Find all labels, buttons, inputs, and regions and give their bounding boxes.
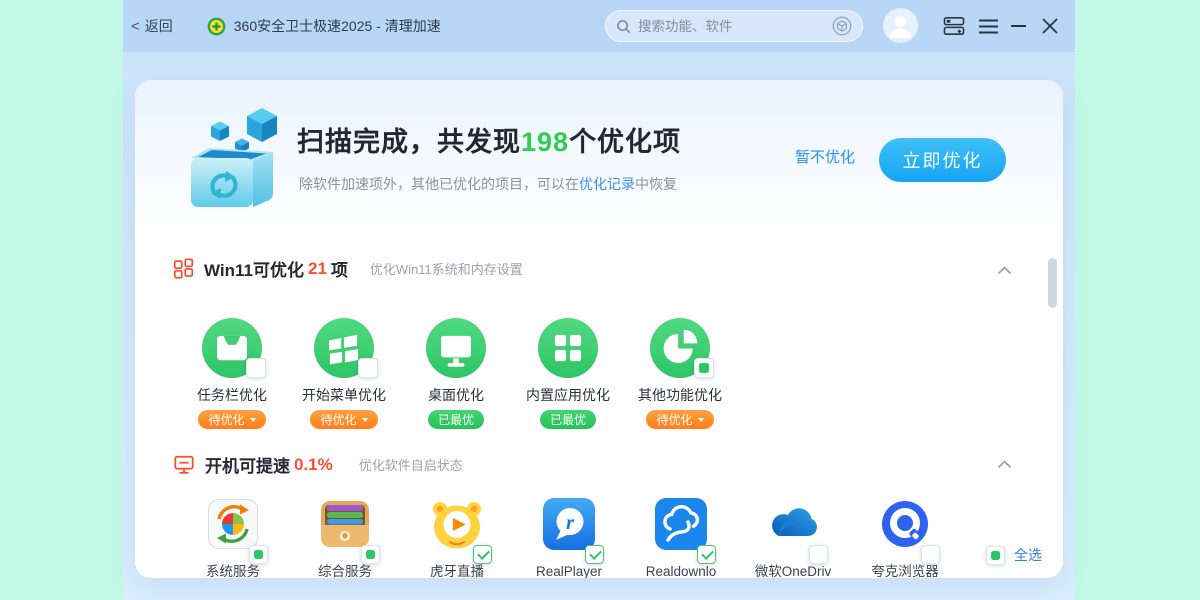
scan-title-suffix: 个优化项 [569, 127, 681, 157]
optimize-now-button[interactable]: 立即优化 [879, 138, 1006, 182]
avatar-person-icon [883, 8, 918, 43]
select-all-checkbox[interactable] [986, 546, 1005, 565]
back-chevron-icon: < [131, 19, 140, 34]
status-badge[interactable]: 已最优 [540, 410, 596, 429]
skip-optimize-link[interactable]: 暂不优化 [795, 146, 855, 167]
win11-item-startmenu[interactable]: 开始菜单优化 待优化 [288, 318, 400, 429]
quark-browser-icon [879, 498, 931, 550]
item-label: 其他功能优化 [638, 385, 722, 405]
boot-speedup-value: 0.1% [294, 455, 333, 475]
app-label: 系统服务 [206, 564, 260, 578]
scan-title-prefix: 扫描完成，共发现 [297, 127, 521, 157]
boot-section-desc: 优化软件自启状态 [359, 455, 463, 474]
realplayer-icon: r [543, 498, 595, 550]
app-checkbox[interactable] [585, 545, 604, 564]
app-label: 夸克浏览器 [871, 564, 939, 578]
startup-app-misc-services[interactable]: 综合服务 [289, 498, 401, 578]
item-label: 开始菜单优化 [302, 385, 386, 405]
window-title: 360安全卫士极速2025 - 清理加速 [234, 16, 441, 36]
startup-app-huya[interactable]: 虎牙直播 [401, 498, 513, 578]
select-all-label[interactable]: 全选 [1014, 545, 1042, 565]
startup-app-system-services[interactable]: 系统服务 [177, 498, 289, 578]
startup-app-quark[interactable]: 夸克浏览器 [849, 498, 961, 578]
item-label: 任务栏优化 [197, 385, 267, 405]
app-checkbox[interactable] [473, 545, 492, 564]
item-label: 桌面优化 [428, 385, 484, 405]
search-icon [616, 19, 631, 34]
status-badge[interactable]: 待优化 [310, 410, 377, 429]
win11-collapse-chevron-icon[interactable] [997, 262, 1012, 280]
app-label: 虎牙直播 [430, 564, 484, 578]
win11-item-other[interactable]: 其他功能优化 待优化 [624, 318, 736, 429]
win11-section-title: Win11可优化 [204, 256, 304, 281]
boot-section-title: 开机可提速 [205, 452, 290, 477]
app-logo-icon [207, 17, 226, 36]
user-avatar[interactable] [883, 8, 918, 43]
item-checkbox[interactable] [358, 358, 378, 378]
app-label: Realdownlo [646, 564, 717, 578]
app-checkbox[interactable] [361, 545, 380, 564]
desktop-optimize-icon[interactable] [426, 318, 486, 378]
multi-window-icon[interactable] [943, 0, 965, 52]
boot-monitor-icon [173, 454, 195, 476]
huya-live-icon [431, 498, 483, 550]
win11-count-unit: 项 [331, 256, 348, 281]
search-bar[interactable] [605, 10, 863, 42]
onedrive-icon [767, 498, 819, 550]
select-all-control[interactable]: 全选 [986, 545, 1042, 565]
svg-text:r: r [566, 512, 574, 534]
item-checkbox[interactable] [246, 358, 266, 378]
misc-services-icon [319, 498, 371, 550]
win11-section-desc: 优化Win11系统和内存设置 [370, 259, 523, 278]
main-menu-icon[interactable] [979, 0, 998, 52]
item-checkbox[interactable] [694, 358, 714, 378]
subtitle-prefix: 除软件加速项外，其他已优化的项目，可以在 [299, 176, 579, 192]
win11-grid-icon [173, 258, 194, 279]
app-label: 微软OneDriv [755, 564, 832, 578]
win11-item-desktop[interactable]: 桌面优化 已最优 [400, 318, 512, 429]
app-checkbox[interactable] [809, 545, 828, 564]
boot-collapse-chevron-icon[interactable] [997, 456, 1012, 474]
status-badge[interactable]: 已最优 [428, 410, 484, 429]
startup-app-realdownloader[interactable]: Realdownlo [625, 498, 737, 578]
scrollbar-thumb[interactable] [1048, 258, 1057, 308]
app-window: < 返回 360安全卫士极速2025 - 清理加速 [123, 0, 1075, 600]
scan-result-title: 扫描完成，共发现198个优化项 [297, 120, 681, 159]
realdownloader-icon [655, 498, 707, 550]
app-checkbox[interactable] [249, 545, 268, 564]
status-badge[interactable]: 待优化 [198, 410, 265, 429]
startup-app-onedrive[interactable]: 微软OneDriv [737, 498, 849, 578]
app-label: RealPlayer [536, 564, 602, 578]
cleanup-result-card: 扫描完成，共发现198个优化项 除软件加速项外，其他已优化的项目，可以在优化记录… [135, 80, 1063, 578]
optimize-count: 198 [521, 127, 569, 157]
titlebar: < 返回 360安全卫士极速2025 - 清理加速 [123, 0, 1075, 52]
win11-item-builtin-apps[interactable]: 内置应用优化 已最优 [512, 318, 624, 429]
system-services-icon [207, 498, 259, 550]
app-checkbox[interactable] [697, 545, 716, 564]
boot-section-header: 开机可提速 0.1% 优化软件自启状态 [173, 452, 463, 477]
back-label: 返回 [145, 16, 173, 36]
win11-count: 21 [308, 259, 327, 279]
app-checkbox[interactable] [921, 545, 940, 564]
sandbox-cube-icon[interactable] [832, 16, 852, 36]
back-button[interactable]: < 返回 [131, 16, 173, 36]
subtitle-suffix: 中恢复 [635, 176, 677, 192]
win11-section-header: Win11可优化 21 项 优化Win11系统和内存设置 [173, 256, 523, 281]
close-button[interactable] [1042, 0, 1058, 52]
app-label: 综合服务 [318, 564, 372, 578]
builtin-apps-optimize-icon[interactable] [538, 318, 598, 378]
minimize-button[interactable] [1011, 0, 1026, 52]
scan-box-illustration [177, 98, 295, 218]
status-badge[interactable]: 待优化 [646, 410, 713, 429]
win11-item-taskbar[interactable]: 任务栏优化 待优化 [176, 318, 288, 429]
item-label: 内置应用优化 [526, 385, 610, 405]
startup-app-realplayer[interactable]: r RealPlayer [513, 498, 625, 578]
search-input[interactable] [638, 19, 832, 34]
optimize-history-link[interactable]: 优化记录 [579, 176, 635, 192]
scan-result-subtitle: 除软件加速项外，其他已优化的项目，可以在优化记录中恢复 [299, 174, 677, 194]
